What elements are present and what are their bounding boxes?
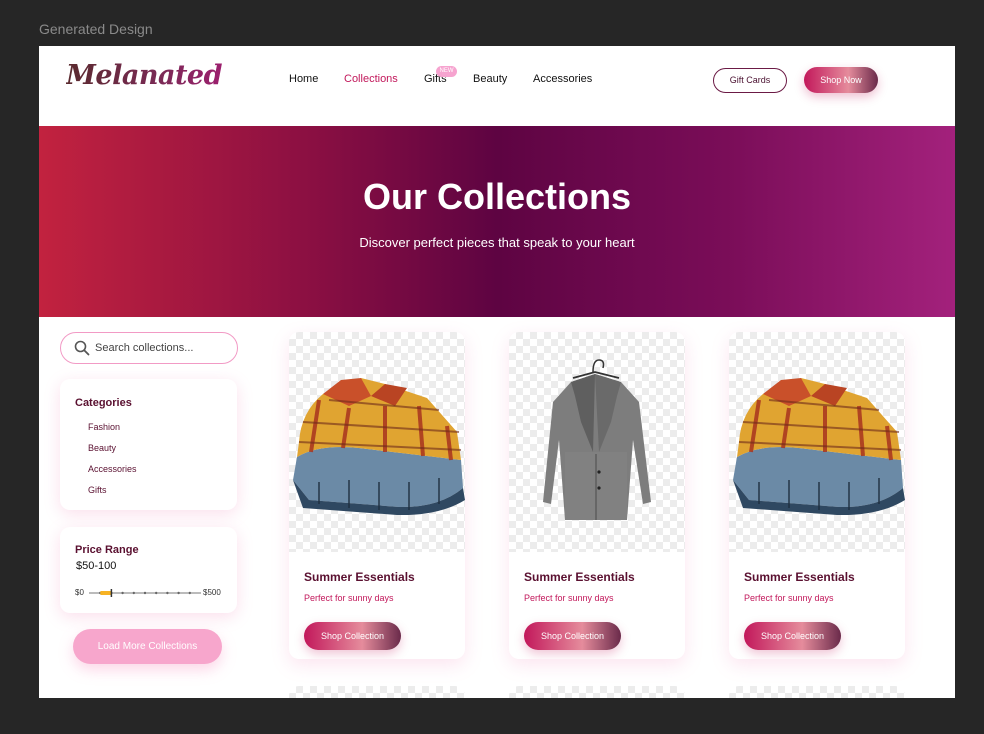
product-card: Summer Essentials Perfect for sunny days… xyxy=(729,332,905,659)
category-accessories[interactable]: Accessories xyxy=(88,464,137,474)
hero-title: Our Collections xyxy=(362,176,632,217)
product-title: Summer Essentials xyxy=(524,570,635,584)
product-card: Summer Essentials Perfect for sunny days… xyxy=(509,332,685,659)
product-card-next-row xyxy=(289,686,465,698)
price-range-card: Price Range $50-100 $0 $500 xyxy=(60,527,237,613)
gifts-new-badge: NEW xyxy=(436,66,457,77)
slider-tick xyxy=(121,591,124,595)
load-more-button[interactable]: Load More Collections xyxy=(73,629,222,664)
nav-collections[interactable]: Collections xyxy=(344,73,398,85)
shop-collection-button[interactable]: Shop Collection xyxy=(524,622,621,650)
search-box xyxy=(60,332,238,364)
product-card: Summer Essentials Perfect for sunny days… xyxy=(289,332,465,659)
nav-beauty[interactable]: Beauty xyxy=(473,73,507,85)
slider-tick xyxy=(132,591,135,595)
gift-cards-button[interactable]: Gift Cards xyxy=(713,68,787,93)
site-header: Melanated Home Collections Gifts NEW Bea… xyxy=(39,46,955,126)
shop-collection-button[interactable]: Shop Collection xyxy=(304,622,401,650)
search-icon[interactable] xyxy=(74,340,90,356)
page-canvas: Melanated Home Collections Gifts NEW Bea… xyxy=(39,46,955,698)
product-subtitle: Perfect for sunny days xyxy=(304,593,394,603)
slider-tick xyxy=(188,591,191,595)
slider-tick xyxy=(177,591,180,595)
nav-accessories[interactable]: Accessories xyxy=(533,73,592,85)
category-gifts[interactable]: Gifts xyxy=(88,485,107,495)
search-input[interactable] xyxy=(95,333,233,362)
product-card-next-row xyxy=(509,686,685,698)
price-range-title: Price Range xyxy=(75,544,139,556)
product-subtitle: Perfect for sunny days xyxy=(744,593,834,603)
coat-hanger-icon xyxy=(543,359,651,520)
product-image[interactable] xyxy=(289,332,465,552)
price-range-slider[interactable] xyxy=(89,588,201,598)
plaid-shirts-icon xyxy=(293,378,465,516)
range-min-label: $0 xyxy=(75,588,84,597)
frame-label: Generated Design xyxy=(39,21,153,37)
product-title: Summer Essentials xyxy=(304,570,415,584)
product-image[interactable] xyxy=(729,332,905,552)
product-image[interactable] xyxy=(509,332,685,552)
categories-card: Categories Fashion Beauty Accessories Gi… xyxy=(60,379,237,510)
price-range-fill xyxy=(100,591,112,595)
hero-subtitle: Discover perfect pieces that speak to yo… xyxy=(359,235,635,250)
product-title: Summer Essentials xyxy=(744,570,855,584)
category-beauty[interactable]: Beauty xyxy=(88,443,116,453)
nav-home[interactable]: Home xyxy=(289,73,318,85)
categories-title: Categories xyxy=(75,397,132,409)
category-fashion[interactable]: Fashion xyxy=(88,422,120,432)
hero-banner: Our Collections Discover perfect pieces … xyxy=(39,126,955,317)
shop-now-button[interactable]: Shop Now xyxy=(804,67,878,93)
slider-tick xyxy=(155,591,158,595)
range-max-label: $500 xyxy=(203,588,221,597)
shop-collection-button[interactable]: Shop Collection xyxy=(744,622,841,650)
plaid-shirts-icon xyxy=(733,378,905,516)
product-card-next-row xyxy=(729,686,905,698)
product-subtitle: Perfect for sunny days xyxy=(524,593,614,603)
brand-logo[interactable]: Melanated xyxy=(66,60,222,91)
slider-tick xyxy=(166,591,169,595)
slider-tick xyxy=(143,591,147,595)
price-range-value: $50-100 xyxy=(76,560,117,572)
